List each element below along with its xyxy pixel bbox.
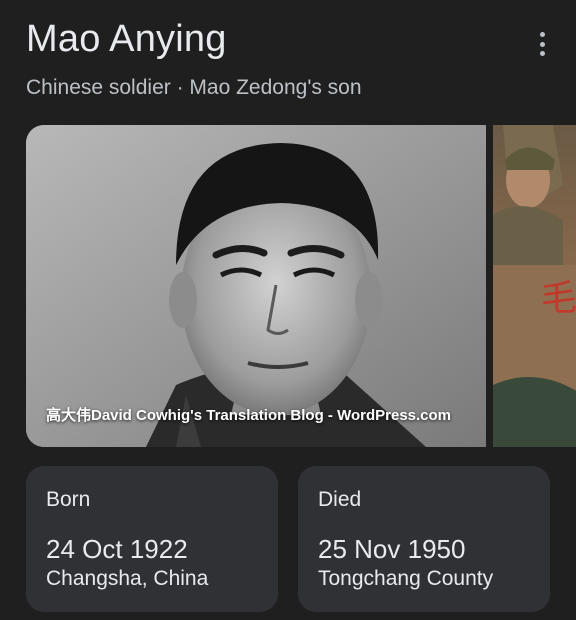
- knowledge-panel: Mao Anying Chinese soldier · Mao Zedong'…: [0, 0, 576, 620]
- poster-title: 毛: [541, 278, 576, 319]
- born-label: Born: [46, 488, 91, 511]
- portrait-image: [26, 125, 486, 447]
- died-place: Tongchang County: [318, 567, 494, 590]
- born-date: 24 Oct 1922: [46, 534, 188, 564]
- died-label: Died: [318, 488, 362, 511]
- entity-subtitle: Chinese soldier · Mao Zedong's son: [26, 76, 362, 99]
- born-card[interactable]: Born 24 Oct 1922 Changsha, China: [26, 466, 278, 612]
- born-place: Changsha, China: [46, 567, 209, 590]
- movie-poster-photo[interactable]: 毛: [493, 125, 576, 447]
- image-source-credit: 高大伟David Cowhig's Translation Blog - Wor…: [46, 407, 452, 424]
- died-date: 25 Nov 1950: [318, 534, 466, 564]
- died-card[interactable]: Died 25 Nov 1950 Tongchang County: [298, 466, 550, 612]
- fact-cards: Born 24 Oct 1922 Changsha, China Died 25…: [26, 466, 550, 612]
- entity-title: Mao Anying: [26, 18, 227, 60]
- poster-image: 毛: [493, 125, 576, 447]
- more-vertical-icon: [539, 32, 545, 37]
- portrait-photo[interactable]: 高大伟David Cowhig's Translation Blog - Wor…: [26, 125, 486, 447]
- more-options-button[interactable]: [532, 30, 552, 58]
- image-carousel[interactable]: 高大伟David Cowhig's Translation Blog - Wor…: [26, 125, 576, 447]
